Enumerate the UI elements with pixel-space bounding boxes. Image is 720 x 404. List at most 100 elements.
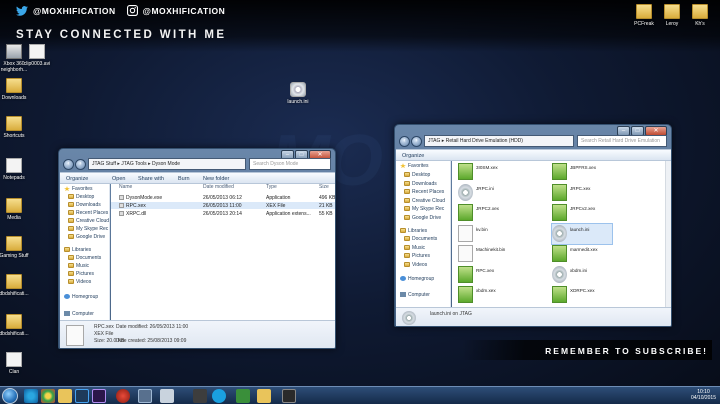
- media-player-icon[interactable]: [116, 389, 130, 403]
- nav-item[interactable]: Documents: [404, 236, 437, 242]
- nav-item[interactable]: Downloads: [68, 202, 101, 208]
- libraries-header[interactable]: Libraries: [64, 247, 91, 253]
- new-folder-button[interactable]: New folder: [203, 176, 229, 182]
- nav-item[interactable]: Pictures: [404, 253, 430, 259]
- favorites-header[interactable]: Favorites: [64, 186, 93, 192]
- explorer-window-dyson-mode[interactable]: – □ ✕ ‹ › JTAG Stuff ▸ JTAG Tools ▸ Dyso…: [58, 148, 336, 349]
- forward-button[interactable]: ›: [411, 136, 422, 147]
- file-tile[interactable]: XDRPC.xex: [552, 285, 612, 305]
- chrome-icon[interactable]: [41, 389, 55, 403]
- video-app-icon[interactable]: [282, 389, 296, 403]
- desktop-icon[interactable]: dbdshificati...: [0, 274, 34, 297]
- desktop-icon[interactable]: Gaming Stuff: [0, 236, 34, 259]
- file-tile[interactable]: kv.bin: [458, 224, 518, 244]
- file-tile[interactable]: JRPC.ini: [458, 183, 518, 203]
- forward-button[interactable]: ›: [75, 159, 86, 170]
- share-with-button[interactable]: Share with: [138, 176, 164, 182]
- explorer-taskbar-icon[interactable]: [58, 389, 72, 403]
- folder-taskbar-icon[interactable]: [257, 389, 271, 403]
- burn-button[interactable]: Burn: [178, 176, 190, 182]
- start-button[interactable]: [2, 388, 18, 404]
- desktop-icon-launch-ini[interactable]: launch.ini: [278, 82, 318, 105]
- breadcrumb-2[interactable]: JTAG Tools: [121, 161, 146, 167]
- homegroup-item[interactable]: Homegroup: [64, 294, 98, 300]
- file-tile[interactable]: launch.ini: [551, 222, 613, 245]
- nav-item[interactable]: Creative Cloud: [68, 218, 109, 224]
- explorer-window-hdd-emulation[interactable]: – □ ✕ ‹ › JTAG ▸ Retail Hard Drive Emula…: [394, 124, 672, 327]
- photoshop-icon[interactable]: [75, 389, 89, 403]
- back-button[interactable]: ‹: [63, 159, 74, 170]
- active-app-icon[interactable]: [138, 389, 152, 403]
- nav-item[interactable]: My Skype Rec: [68, 226, 108, 232]
- file-tile-label: xbdm.ini: [570, 267, 588, 273]
- system-clock[interactable]: 10:10 04/10/2015: [691, 389, 716, 401]
- file-tile-label: 3I0SM.xex: [476, 165, 498, 170]
- file-row[interactable]: XRPC.dll 26/05/2013 20:14 Application exte…: [111, 210, 335, 217]
- computer-item[interactable]: Computer: [400, 292, 430, 298]
- file-tile[interactable]: JBPFRS.xex: [552, 162, 612, 182]
- breadcrumb-1[interactable]: JTAG Stuff: [92, 161, 116, 167]
- nav-item[interactable]: Videos: [68, 279, 91, 285]
- libraries-header[interactable]: Libraries: [400, 228, 427, 234]
- column-date-modified[interactable]: Date modified: [203, 184, 234, 193]
- nav-item-label: Desktop: [412, 172, 431, 178]
- search-input[interactable]: Search Retail Hard Drive Emulation: [577, 135, 667, 147]
- file-tile[interactable]: Machinekit.bin: [458, 244, 518, 264]
- file-tile[interactable]: xbdm.xex: [458, 285, 518, 305]
- nav-item[interactable]: Recent Places: [404, 189, 444, 195]
- column-name[interactable]: Name: [119, 184, 132, 193]
- address-bar[interactable]: JTAG Stuff ▸ JTAG Tools ▸ Dyson Mode: [88, 158, 246, 170]
- homegroup-item[interactable]: Homegroup: [400, 276, 434, 282]
- desktop-icon[interactable]: Downloads: [0, 78, 34, 101]
- desktop-icon[interactable]: dbdshificati...: [0, 314, 34, 337]
- file-tile[interactable]: JRPCv2.xex: [552, 203, 612, 223]
- organize-button[interactable]: Organize: [66, 176, 88, 182]
- address-bar[interactable]: JTAG ▸ Retail Hard Drive Emulation (HDD): [424, 135, 574, 147]
- column-size[interactable]: Size: [319, 184, 329, 193]
- nav-item[interactable]: My Skype Rec: [404, 206, 444, 212]
- file-row[interactable]: DysonMode.exe 26/05/2013 06:12 Application…: [111, 194, 335, 201]
- nav-item[interactable]: Google Drive: [68, 234, 105, 240]
- nav-item[interactable]: Google Drive: [404, 215, 441, 221]
- nav-item[interactable]: Recent Places: [68, 210, 108, 216]
- desktop-icon[interactable]: Shortcuts: [0, 116, 34, 139]
- breadcrumb-3[interactable]: Dyson Mode: [152, 161, 180, 167]
- internet-explorer-icon[interactable]: [24, 389, 38, 403]
- file-tile[interactable]: 3I0SM.xex: [458, 162, 518, 182]
- leaf-app-icon[interactable]: [236, 389, 250, 403]
- nav-item[interactable]: Music: [404, 245, 425, 251]
- nav-item[interactable]: Documents: [68, 255, 101, 261]
- open-button[interactable]: Open: [112, 176, 125, 182]
- file-tile[interactable]: marmedit.xex: [552, 244, 612, 264]
- taskbar-app-icon[interactable]: [193, 389, 207, 403]
- skype-icon[interactable]: [212, 389, 226, 403]
- file-row[interactable]: RPC.xex 26/05/2013 11:00 XEX File 21 KB: [111, 202, 335, 209]
- vertical-scrollbar[interactable]: [665, 161, 671, 307]
- organize-button[interactable]: Organize: [402, 153, 424, 159]
- desktop-icon[interactable]: Notepads: [0, 158, 34, 181]
- computer-item[interactable]: Computer: [64, 311, 94, 317]
- favorites-header[interactable]: Favorites: [400, 163, 429, 169]
- nav-item[interactable]: Desktop: [68, 194, 94, 200]
- nav-item[interactable]: Pictures: [68, 271, 94, 277]
- desktop-icon[interactable]: Clan: [0, 352, 34, 375]
- nav-item[interactable]: Desktop: [404, 172, 430, 178]
- file-tile[interactable]: JRPC.xex: [552, 183, 612, 203]
- file-tile[interactable]: JRPC2.xex: [458, 203, 518, 223]
- breadcrumb-2[interactable]: Retail Hard Drive Emulation (HDD): [446, 138, 523, 144]
- nav-item[interactable]: Creative Cloud: [404, 198, 445, 204]
- breadcrumb-1[interactable]: JTAG: [428, 138, 440, 144]
- nav-item[interactable]: Music: [68, 263, 89, 269]
- file-tile[interactable]: RPC.xex: [458, 265, 518, 285]
- taskbar-app-icon[interactable]: [160, 389, 174, 403]
- column-type[interactable]: Type: [266, 184, 277, 193]
- nav-item[interactable]: Videos: [404, 262, 427, 268]
- after-effects-icon[interactable]: [92, 389, 106, 403]
- nav-item[interactable]: Downloads: [404, 181, 437, 187]
- file-tile[interactable]: xbdm.ini: [552, 265, 612, 285]
- back-button[interactable]: ‹: [399, 136, 410, 147]
- desktop-icon[interactable]: clip0003.avi: [17, 44, 57, 67]
- search-input[interactable]: Search Dyson Mode: [249, 158, 331, 170]
- desktop-icon[interactable]: Kh's: [680, 4, 720, 27]
- desktop-icon[interactable]: Media: [0, 198, 34, 221]
